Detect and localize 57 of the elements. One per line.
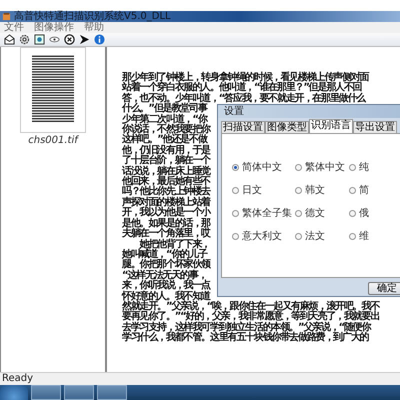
document-text-line: 这样吧。”他还是不做 — [122, 135, 207, 146]
document-text-line: 夫躺在一个角落里，哎 — [122, 229, 210, 240]
document-text-line: 少年第二次叫道，“你 — [122, 114, 207, 125]
tab[interactable]: 导出设置 — [353, 121, 397, 133]
stop-icon[interactable] — [63, 34, 75, 46]
language-radio[interactable]: 法文 — [295, 231, 349, 242]
document-text-line: “这样无法无天的事， — [122, 270, 207, 281]
tab[interactable]: 识别语言 — [309, 119, 353, 133]
page-thumbnail[interactable] — [20, 47, 86, 133]
document-text-line: 吗？他比你先上钟楼去 — [122, 187, 210, 198]
document-text-line: 腿。你把那个坏家伙领 — [122, 260, 210, 270]
document-text-line: 答，也不动。少年叫道，“答应我，要不就走开，在那里做什么 — [122, 94, 365, 104]
document-text-line: 话没说，躺在床上睡觉 — [122, 166, 210, 177]
document-text-line: 开，我以为他是一个小 — [122, 208, 210, 218]
start-button[interactable] — [0, 385, 28, 400]
menu-item[interactable]: 文件 — [4, 22, 24, 33]
document-text-line: 她叫喊道，“你的儿子 — [122, 250, 207, 260]
arrow-icon[interactable] — [78, 34, 90, 46]
app-icon — [2, 12, 11, 21]
document-text-line: 来，你听我说，我一点 — [122, 281, 210, 292]
menu-item[interactable]: 帮助 — [84, 22, 104, 33]
language-radio[interactable]: 俄 — [349, 208, 389, 219]
language-radio[interactable]: 意大利文 — [232, 231, 295, 242]
menu-item[interactable]: 图像操作 — [34, 22, 74, 33]
language-radio[interactable]: 纯 — [349, 162, 389, 173]
document-text-line: 那少年到了钟楼上，转身拿钟绳的时候，看见楼梯上传声侧对面 — [122, 73, 368, 83]
language-radio[interactable]: 繁体中文 — [295, 162, 349, 173]
document-text-line: 去学习支持，这样我可学到独立生活的本领。”父亲说，“随便你 — [122, 322, 370, 333]
tab[interactable]: 图像类型 — [265, 121, 309, 133]
file-name: chs001.tif — [28, 135, 78, 146]
document-text-line: 了十层台阶，躺在一个 — [122, 156, 210, 166]
dialog-title: 设置 — [224, 106, 244, 117]
language-radio[interactable]: 韩文 — [295, 185, 349, 196]
image-icon[interactable] — [33, 34, 45, 46]
window-title: 高普快特通扫描识别系统V5.0_DLL — [14, 11, 171, 22]
document-text-line: 学习什么，我都不管。这里有五十块钱你带去做路费，到广大的 — [122, 333, 368, 344]
document-text-line: 站着一个穿白衣服的人。他叫道，“谁在那里？”但是那人不回 — [122, 83, 362, 94]
language-radio[interactable]: 德文 — [295, 208, 349, 219]
language-radio[interactable]: 简 — [349, 185, 389, 196]
language-radio[interactable]: 日文 — [232, 185, 295, 196]
language-radio[interactable]: 繁体全子集 — [232, 208, 295, 219]
tab[interactable]: 扫描设置 — [221, 121, 265, 133]
document-text-line: 然就走开。”父亲说，“唉，跟你住在一起又有麻烦，滚开吧。我不 — [122, 302, 380, 312]
document-text-line: 什么。”但是教堂司事 — [122, 104, 207, 114]
language-radio[interactable]: 简体中文 — [232, 162, 295, 173]
document-text-line: 声探对面的楼梯上站着 — [122, 198, 210, 208]
document-text-line: 她把他背了下来， — [139, 240, 210, 250]
document-text-line: 是他。如果是的话，那 — [122, 218, 210, 229]
language-radio[interactable]: 维 — [349, 231, 389, 242]
document-text-line: 怀好意的人。我不知道 — [122, 292, 210, 302]
ok-button[interactable]: 确定 — [368, 282, 400, 295]
status-text: Ready — [2, 373, 34, 384]
document-text-line: 要再见你了。”“好的，父亲，我非常愿意，等到天亮了，我就要出 — [122, 312, 380, 322]
document-text-line: 他，仍旧没有用，于是 — [122, 146, 210, 156]
settings-icon[interactable] — [18, 34, 30, 46]
info-icon[interactable] — [93, 34, 105, 46]
scan-icon[interactable] — [3, 34, 15, 46]
